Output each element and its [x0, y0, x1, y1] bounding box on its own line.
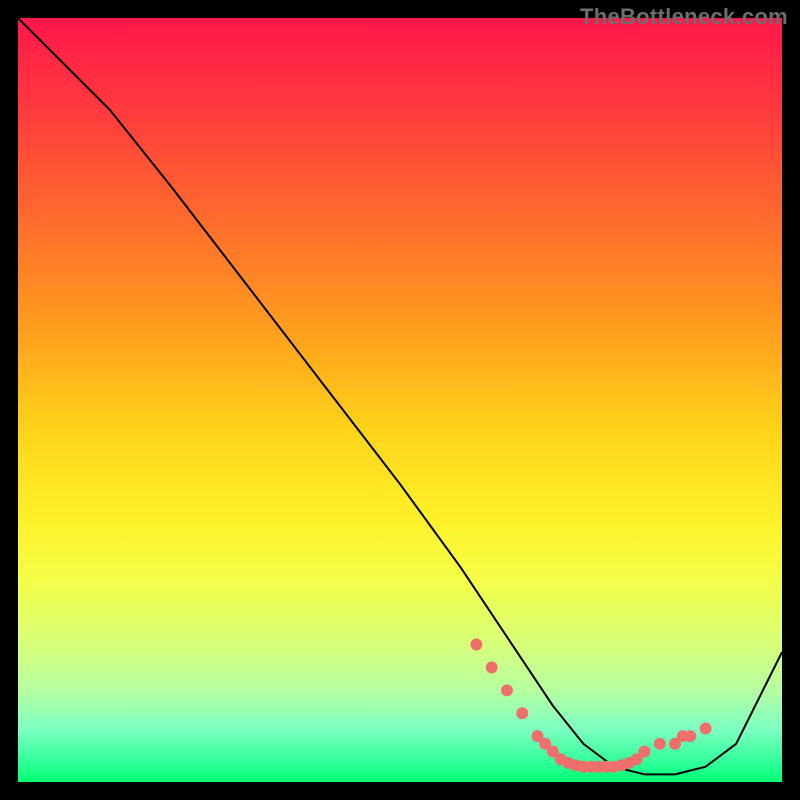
marker-dot: [700, 723, 712, 735]
chart-frame: TheBottleneck.com: [0, 0, 800, 800]
marker-dot: [486, 661, 498, 673]
marker-dot: [516, 707, 528, 719]
curve-line: [18, 18, 782, 774]
marker-dot: [684, 730, 696, 742]
chart-svg: [18, 18, 782, 782]
marker-dot: [638, 745, 650, 757]
marker-dot: [470, 638, 482, 650]
watermark-text: TheBottleneck.com: [580, 4, 788, 30]
plot-area: [18, 18, 782, 782]
marker-dot: [654, 738, 666, 750]
bottom-dots-group: [470, 638, 711, 772]
marker-dot: [501, 684, 513, 696]
